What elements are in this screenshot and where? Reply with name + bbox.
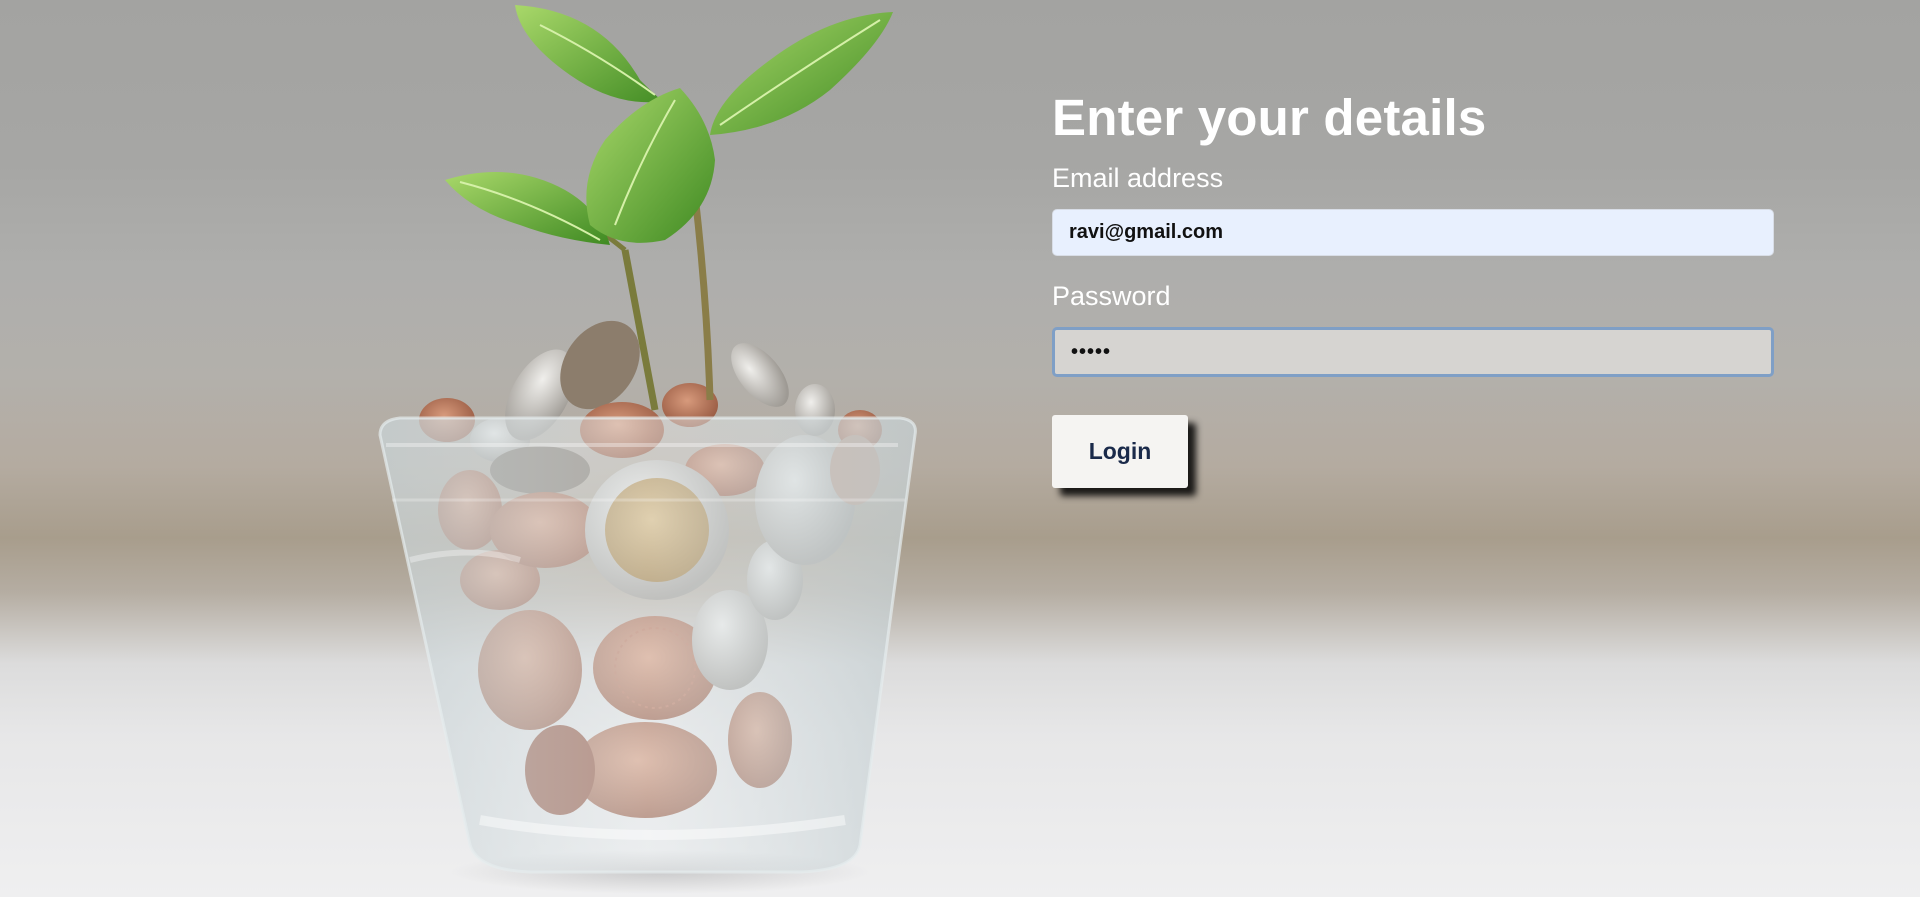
form-title: Enter your details — [1052, 89, 1487, 146]
password-label: Password — [1052, 281, 1171, 311]
password-field[interactable] — [1052, 327, 1774, 377]
login-page: Enter your details Email address Passwor… — [0, 0, 1920, 897]
login-button[interactable]: Login — [1052, 415, 1188, 488]
email-field[interactable] — [1052, 209, 1774, 256]
login-form: Enter your details Email address Passwor… — [1052, 86, 1774, 488]
email-label: Email address — [1052, 163, 1224, 193]
